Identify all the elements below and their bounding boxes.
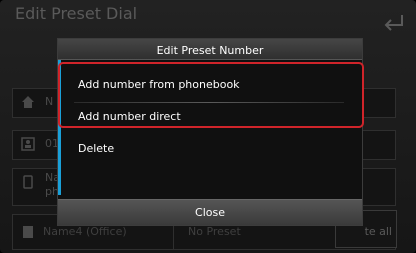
dialog-title: Edit Preset Number — [156, 44, 264, 57]
dialog-header: Edit Preset Number — [58, 39, 362, 60]
preset-row-label: N — [45, 95, 54, 108]
mobile-phone-icon — [23, 175, 33, 189]
highlight-box — [58, 62, 364, 128]
close-button[interactable]: Close — [58, 199, 362, 225]
contact-card-icon — [21, 137, 35, 151]
back-icon[interactable] — [380, 12, 406, 32]
edit-preset-dial-screen: Edit Preset Dial N 01 Na ph Name4 (Offic… — [0, 0, 416, 253]
page-title: Edit Preset Dial — [15, 4, 138, 23]
office-icon — [23, 226, 33, 238]
preset-name: Name4 (Office) — [43, 225, 127, 238]
delete-option[interactable]: Delete — [68, 135, 354, 163]
preset-status: No Preset — [188, 225, 241, 238]
home-icon — [22, 96, 34, 108]
